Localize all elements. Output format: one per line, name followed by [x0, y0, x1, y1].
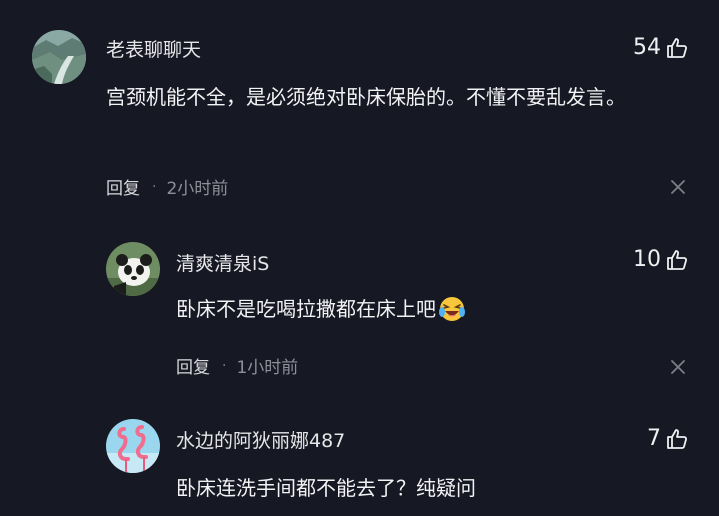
separator-dot: · [222, 357, 227, 374]
flamingo-avatar-icon [106, 419, 160, 473]
comment-meta: 回复 · 1小时前 [176, 353, 299, 379]
like-count: 54 [633, 35, 661, 60]
reply-button[interactable]: 回复 [176, 353, 210, 378]
like-button[interactable]: 10 [633, 247, 689, 272]
comment-timestamp: 1小时前 [236, 358, 299, 378]
comment-text: 卧床连洗手间都不能去了？纯疑问 [176, 476, 476, 500]
laughing-crying-emoji-icon [439, 297, 465, 321]
landscape-avatar-icon [32, 30, 86, 84]
comment-username[interactable]: 老表聊聊天 [106, 35, 201, 62]
close-icon [671, 360, 685, 374]
thumbs-up-icon [667, 249, 687, 270]
user-avatar[interactable] [106, 242, 160, 296]
reply-comment-item: 水边的阿狄丽娜487 7 卧床连洗手间都不能去了？纯疑问 [0, 395, 719, 516]
reply-comment-item: 清爽清泉iS 10 卧床不是吃喝拉撒都在床上吧 回复 · 1小时前 [0, 210, 719, 395]
reply-button[interactable]: 回复 [106, 174, 140, 199]
thumbs-up-icon [667, 428, 687, 449]
comment-meta: 回复 · 2小时前 [106, 174, 229, 200]
like-count: 10 [633, 247, 661, 272]
like-count: 7 [647, 426, 661, 451]
comment-timestamp: 2小时前 [166, 179, 229, 199]
close-button[interactable] [670, 179, 686, 195]
close-button[interactable] [670, 359, 686, 375]
thumbs-up-icon [667, 37, 687, 58]
comment-text-content: 卧床不是吃喝拉撒都在床上吧 [176, 297, 436, 321]
like-button[interactable]: 54 [633, 35, 689, 60]
close-icon [671, 180, 685, 194]
comment-username[interactable]: 清爽清泉iS [176, 249, 269, 276]
separator-dot: · [152, 178, 157, 195]
comment-item: 老表聊聊天 54 宫颈机能不全，是必须绝对卧床保胎的。不懂不要乱发言。 回复 ·… [0, 0, 719, 210]
panda-avatar-icon [106, 242, 160, 296]
user-avatar[interactable] [32, 30, 86, 84]
comment-text: 宫颈机能不全，是必须绝对卧床保胎的。不懂不要乱发言。 [106, 85, 626, 109]
comment-username[interactable]: 水边的阿狄丽娜487 [176, 426, 345, 453]
comment-text: 卧床不是吃喝拉撒都在床上吧 [176, 292, 696, 326]
like-button[interactable]: 7 [647, 426, 689, 451]
user-avatar[interactable] [106, 419, 160, 473]
